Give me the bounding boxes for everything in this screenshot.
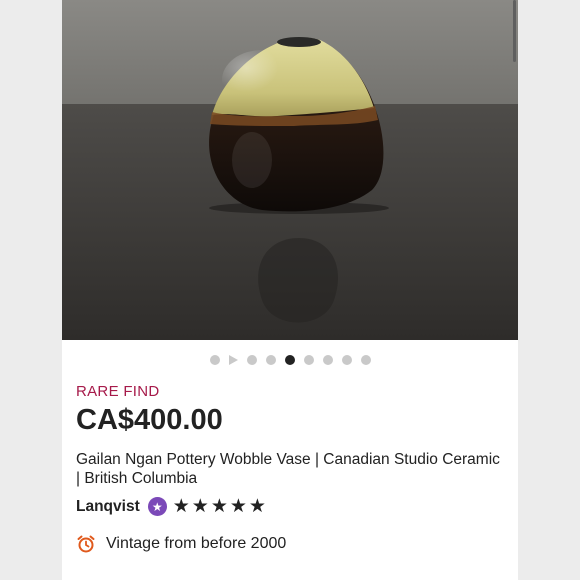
scrollbar[interactable] xyxy=(513,0,516,62)
shop-name-link[interactable]: Lanqvist xyxy=(76,498,140,516)
shop-row[interactable]: Lanqvist ★ ★ ★ ★ ★ ★ xyxy=(76,497,266,516)
star-seller-badge-icon: ★ xyxy=(147,497,167,516)
carousel-dot[interactable] xyxy=(360,355,371,365)
vase-image xyxy=(62,0,518,340)
vintage-label: Vintage from before 2000 xyxy=(106,535,287,552)
carousel-dot[interactable] xyxy=(303,355,314,365)
star-icon: ★ xyxy=(229,496,247,517)
rating-stars[interactable]: ★ ★ ★ ★ ★ xyxy=(173,497,266,516)
truncated-next-line xyxy=(76,572,376,580)
carousel-dot[interactable] xyxy=(265,355,276,365)
star-icon: ★ xyxy=(191,496,209,517)
carousel-dot[interactable] xyxy=(322,355,333,365)
alarm-clock-icon xyxy=(77,535,95,553)
star-icon: ★ xyxy=(248,496,266,517)
star-icon: ★ xyxy=(172,496,190,517)
star-icon: ★ xyxy=(210,496,228,517)
listing-screen: RARE FIND CA$400.00 Gailan Ngan Pottery … xyxy=(62,0,518,580)
vintage-info: Vintage from before 2000 xyxy=(76,534,286,554)
product-photo[interactable] xyxy=(62,0,518,340)
listing-price: CA$400.00 xyxy=(76,404,223,436)
carousel-dot[interactable] xyxy=(209,355,220,365)
carousel-dot-active[interactable] xyxy=(284,355,295,365)
carousel-indicator xyxy=(62,353,518,367)
listing-title: Gailan Ngan Pottery Wobble Vase | Canadi… xyxy=(76,451,500,487)
carousel-dot[interactable] xyxy=(341,355,352,365)
rare-find-badge: RARE FIND xyxy=(76,383,160,400)
carousel-dot[interactable] xyxy=(246,355,257,365)
video-play-icon[interactable] xyxy=(228,355,238,365)
